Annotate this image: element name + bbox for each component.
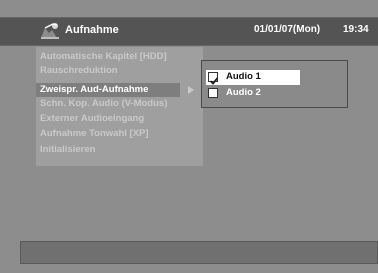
menu-item-noise-reduction[interactable]: Rauschreduktion [36, 64, 203, 78]
menu-item-external-audio-input[interactable]: Externer Audioeingang [36, 112, 203, 126]
menu-item-label: Zweispr. Aud-Aufnahme [40, 84, 149, 95]
audio-2-label: Audio 2 [226, 87, 261, 98]
checkbox-checked[interactable] [208, 72, 219, 85]
menu-item-recording-audio-select[interactable]: Aufnahme Tonwahl [XP] [36, 127, 203, 141]
menu-item-dual-audio-recording[interactable]: Zweispr. Aud-Aufnahme [36, 83, 180, 97]
title-bar: Aufnahme 01/01/07(Mon) 19:34 [0, 17, 378, 46]
audio-1-option[interactable]: Audio 1 [206, 70, 300, 85]
menu-item-label: Initialisieren [40, 144, 96, 155]
menu-item-automatic-chapter[interactable]: Automatische Kapitel [HDD] [36, 50, 203, 64]
time-display: 19:34 [343, 24, 369, 35]
date-display: 01/01/07(Mon) [254, 24, 321, 35]
menu-item-label: Externer Audioeingang [40, 113, 145, 124]
menu-item-fast-copy-audio[interactable]: Schn. Kop. Audio (V-Modus) [36, 97, 203, 111]
status-bar [20, 241, 378, 264]
menu-item-initialize[interactable]: Initialisieren [36, 143, 203, 157]
audio-1-label: Audio 1 [226, 71, 261, 82]
recording-icon [40, 22, 60, 40]
menu-item-label: Rauschreduktion [40, 65, 118, 76]
checkmark-icon [209, 77, 219, 85]
screen: Aufnahme 01/01/07(Mon) 19:34 Automatisch… [0, 0, 378, 273]
audio-2-option[interactable]: Audio 2 [206, 86, 300, 101]
main-menu: Automatische Kapitel [HDD] Rauschredukti… [36, 47, 203, 166]
audio-submenu: Audio 1 Audio 2 [201, 60, 348, 108]
page-title: Aufnahme [65, 24, 119, 36]
menu-item-label: Aufnahme Tonwahl [XP] [40, 128, 149, 139]
menu-item-label: Automatische Kapitel [HDD] [40, 51, 167, 62]
checkbox-unchecked[interactable] [208, 88, 218, 98]
chevron-right-icon [188, 86, 194, 94]
menu-item-label: Schn. Kop. Audio (V-Modus) [40, 98, 168, 109]
